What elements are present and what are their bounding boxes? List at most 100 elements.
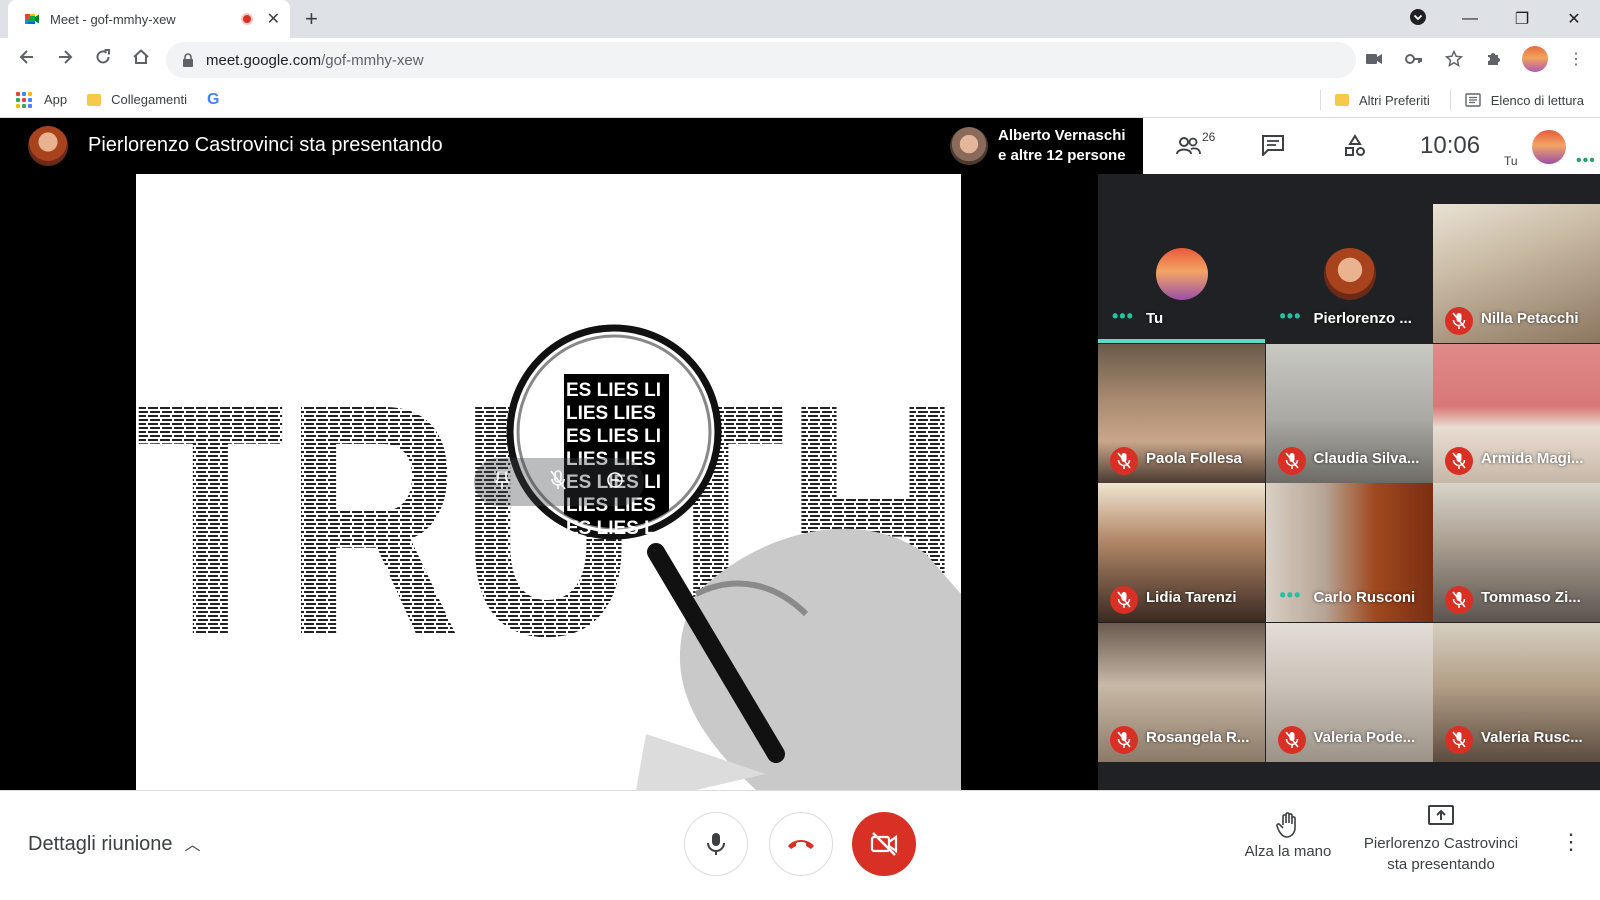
star-bookmark-icon[interactable] (1442, 47, 1466, 71)
reading-list-button[interactable]: Elenco di lettura (1465, 93, 1584, 108)
hang-up-icon (788, 840, 814, 849)
speaker-avatar (950, 127, 988, 165)
mute-icon[interactable] (549, 469, 567, 496)
lens-line: ES LIES LI (566, 380, 661, 401)
window-controls: — ❐ ✕ (1392, 0, 1600, 38)
presentation-stage: TRUTH ES LIES LI LIES LIES ES LIES LI LI… (0, 174, 1098, 790)
back-arrow-icon[interactable] (14, 47, 40, 73)
microphone-icon (707, 833, 725, 855)
participant-name: Nilla Petacchi (1481, 310, 1579, 327)
chat-button[interactable] (1261, 134, 1285, 162)
participant-tile[interactable]: Claudia Silva... (1265, 343, 1433, 483)
lens-line: ES LIES L (566, 518, 656, 539)
present-line2: sta presentando (1387, 856, 1495, 873)
restore-button[interactable]: ❐ (1496, 9, 1548, 29)
meeting-details-label: Dettagli riunione (28, 833, 173, 855)
bookmark-google[interactable]: G (207, 91, 219, 109)
folder-icon (1334, 94, 1349, 106)
camera-off-icon (870, 832, 898, 856)
bookmark-collegamenti[interactable]: Collegamenti (87, 92, 187, 107)
meet-app: Pierlorenzo Castrovinci sta presentando … (0, 118, 1600, 900)
participant-avatar (1323, 248, 1376, 300)
present-screen-icon (1428, 805, 1454, 825)
meet-top-bar: Pierlorenzo Castrovinci sta presentando … (0, 118, 1600, 174)
raise-hand-button[interactable]: Alza la mano (1228, 811, 1348, 860)
kebab-menu-icon[interactable]: ⋮ (1564, 47, 1588, 71)
muted-mic-icon (1277, 446, 1306, 475)
active-speaker: Alberto Vernaschi e altre 12 persone (942, 118, 1136, 174)
muted-mic-icon (1445, 586, 1473, 614)
participant-name: Carlo Rusconi (1313, 589, 1416, 606)
browser-menu-icon[interactable] (1392, 8, 1444, 31)
participant-tile[interactable]: Valeria Pode... (1265, 622, 1433, 762)
bookmark-label: Collegamenti (111, 92, 188, 107)
forward-arrow-icon[interactable] (52, 47, 78, 73)
self-label: Tu (1504, 154, 1518, 168)
apps-grid-icon (16, 91, 32, 108)
url-host: meet.google.com (206, 51, 322, 69)
close-window-button[interactable]: ✕ (1548, 9, 1600, 29)
camera-in-use-icon[interactable] (1362, 47, 1386, 71)
apps-shortcut[interactable]: App (16, 91, 67, 108)
audio-activity-icon: ••• (1112, 306, 1134, 326)
participant-avatar (1156, 248, 1208, 300)
active-speaker-indicator (1098, 339, 1265, 343)
meet-bottom-bar: Dettagli riunione ︿ Alza la mano Pierlore… (0, 790, 1600, 900)
pin-icon[interactable] (494, 470, 510, 495)
browser-tab-meet[interactable]: Meet - gof-mmhy-xew ✕ (8, 0, 290, 38)
muted-mic-icon (1110, 586, 1138, 614)
remove-icon[interactable] (606, 471, 624, 494)
participant-name: Tommaso Zi... (1481, 589, 1581, 606)
participant-tile[interactable]: Rosangela R... (1098, 622, 1265, 762)
profile-avatar[interactable] (1522, 46, 1548, 72)
participant-tile[interactable]: Valeria Rusc... (1433, 622, 1600, 762)
close-tab-icon[interactable]: ✕ (267, 9, 280, 29)
lock-icon (183, 53, 193, 67)
presenter-title: Pierlorenzo Castrovinci sta presentando (88, 134, 443, 156)
chevron-up-icon: ︿ (184, 837, 201, 854)
bookmarks-right: Altri Preferiti Elenco di lettura (1319, 82, 1584, 118)
muted-mic-icon (1110, 725, 1138, 754)
participant-tile[interactable]: Armida Magi... (1433, 343, 1600, 483)
toolbar-actions: ⋮ (1362, 46, 1588, 72)
camera-off-button[interactable] (852, 812, 916, 876)
leave-call-button[interactable] (769, 812, 833, 876)
lens-line: ES LIES LI (566, 426, 661, 447)
new-tab-button[interactable]: + (305, 6, 318, 32)
participant-name: Tu (1146, 310, 1164, 327)
divider (1449, 90, 1451, 110)
more-options-icon[interactable]: ⋮ (1560, 829, 1582, 855)
presenting-button[interactable]: Pierlorenzo Castrovinci sta presentando (1356, 805, 1526, 875)
activities-button[interactable] (1343, 134, 1367, 164)
reading-list-label: Elenco di lettura (1490, 92, 1584, 108)
participant-tile[interactable]: ••• Carlo Rusconi (1265, 483, 1433, 622)
participant-tile[interactable]: ••• Tu (1098, 204, 1265, 343)
participant-tile[interactable]: Lidia Tarenzi (1098, 483, 1265, 622)
participant-tile[interactable]: Tommaso Zi... (1433, 483, 1600, 622)
extensions-puzzle-icon[interactable] (1482, 47, 1506, 71)
participant-name: Rosangela R... (1146, 728, 1250, 746)
bookmark-altri-preferiti[interactable]: Altri Preferiti (1334, 92, 1430, 108)
google-g-icon: G (207, 90, 220, 108)
muted-mic-icon (1445, 446, 1473, 475)
minimize-button[interactable]: — (1444, 10, 1496, 28)
participant-count: 26 (1202, 130, 1216, 144)
participant-tile[interactable]: Paola Follesa (1098, 343, 1265, 483)
key-icon[interactable] (1402, 47, 1426, 71)
muted-mic-icon (1445, 307, 1473, 335)
reload-icon[interactable] (90, 47, 116, 73)
browser-tab-bar: Meet - gof-mmhy-xew ✕ + — ❐ ✕ (0, 0, 1600, 38)
participant-tile[interactable]: ••• Pierlorenzo ... (1265, 204, 1433, 343)
participant-name: Claudia Silva... (1313, 449, 1420, 467)
tab-title: Meet - gof-mmhy-xew (50, 11, 176, 27)
participant-tile[interactable]: Nilla Petacchi (1433, 204, 1600, 343)
microphone-button[interactable] (684, 812, 748, 876)
lens-line: LIES LIES (566, 403, 656, 424)
raise-hand-icon (1276, 812, 1296, 838)
divider (1319, 90, 1321, 110)
meeting-details-button[interactable]: Dettagli riunione ︿ (28, 831, 201, 856)
address-bar[interactable]: meet.google.com/gof-mmhy-xew (166, 42, 1356, 78)
altri-preferiti-label: Altri Preferiti (1358, 92, 1430, 108)
self-avatar[interactable] (1532, 130, 1566, 164)
home-icon[interactable] (128, 47, 154, 73)
